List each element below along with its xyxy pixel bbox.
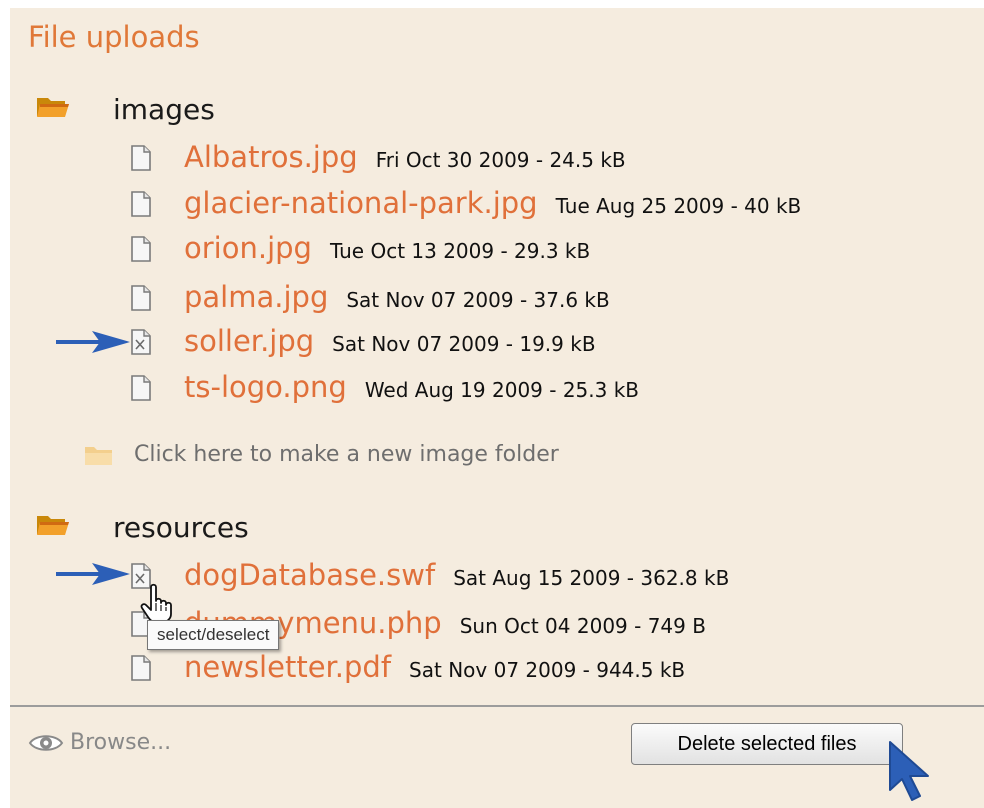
file-icon[interactable] [130, 145, 152, 171]
file-icon[interactable] [130, 191, 152, 217]
select-deselect-tooltip: select/deselect [147, 620, 280, 650]
eye-icon [28, 734, 64, 751]
file-meta: Tue Aug 25 2009 - 40 kB [555, 194, 802, 218]
file-meta: Sat Aug 15 2009 - 362.8 kB [453, 566, 730, 590]
file-meta: Tue Oct 13 2009 - 29.3 kB [329, 239, 591, 263]
file-uploads-panel [10, 8, 984, 808]
new-folder-label[interactable]: Click here to make a new image folder [134, 442, 559, 467]
file-row-selected: dogDatabase.swf Sat Aug 15 2009 - 362.8 … [130, 556, 729, 596]
file-selected-icon[interactable] [130, 329, 152, 355]
page-title: File uploads [28, 20, 200, 54]
folder-open-icon[interactable] [36, 513, 70, 537]
hand-pointer-icon [140, 583, 172, 623]
file-row-selected: soller.jpg Sat Nov 07 2009 - 19.9 kB [130, 322, 596, 362]
file-icon[interactable] [130, 285, 152, 311]
mouse-pointer-icon [889, 741, 929, 801]
file-row: glacier-national-park.jpg Tue Aug 25 200… [130, 184, 801, 224]
folder-name-resources[interactable]: resources [113, 511, 249, 544]
file-icon[interactable] [130, 236, 152, 262]
delete-selected-files-button[interactable]: Delete selected files [631, 723, 903, 765]
file-link-dogdatabase[interactable]: dogDatabase.swf [184, 558, 435, 592]
new-image-folder-link[interactable]: Click here to make a new image folder [84, 442, 559, 467]
folder-icon [85, 446, 112, 465]
file-meta: Sun Oct 04 2009 - 749 B [459, 614, 706, 638]
file-row: orion.jpg Tue Oct 13 2009 - 29.3 kB [130, 229, 590, 269]
file-row: newsletter.pdf Sat Nov 07 2009 - 944.5 k… [130, 648, 685, 688]
file-row: palma.jpg Sat Nov 07 2009 - 37.6 kB [130, 278, 610, 318]
annotation-arrow-icon [56, 563, 130, 585]
file-meta: Wed Aug 19 2009 - 25.3 kB [364, 378, 640, 402]
browse-link[interactable]: Browse... [28, 730, 171, 755]
file-meta: Fri Oct 30 2009 - 24.5 kB [375, 148, 626, 172]
file-link-albatros[interactable]: Albatros.jpg [184, 140, 358, 174]
file-link-palma[interactable]: palma.jpg [184, 280, 328, 314]
file-row: ts-logo.png Wed Aug 19 2009 - 25.3 kB [130, 368, 639, 408]
file-link-glacier-national-park[interactable]: glacier-national-park.jpg [184, 186, 538, 220]
file-link-newsletter[interactable]: newsletter.pdf [184, 650, 391, 684]
file-meta: Sat Nov 07 2009 - 19.9 kB [332, 332, 596, 356]
file-row: Albatros.jpg Fri Oct 30 2009 - 24.5 kB [130, 138, 626, 178]
annotation-arrow-icon [56, 331, 130, 353]
folder-open-icon[interactable] [36, 95, 70, 119]
file-icon[interactable] [130, 655, 152, 681]
file-link-soller[interactable]: soller.jpg [184, 324, 314, 358]
file-meta: Sat Nov 07 2009 - 944.5 kB [409, 658, 686, 682]
file-meta: Sat Nov 07 2009 - 37.6 kB [346, 288, 610, 312]
browse-label[interactable]: Browse... [70, 730, 171, 755]
divider [10, 705, 984, 707]
folder-name-images[interactable]: images [113, 93, 215, 126]
file-link-orion[interactable]: orion.jpg [184, 231, 312, 265]
file-link-ts-logo[interactable]: ts-logo.png [184, 370, 347, 404]
file-icon[interactable] [130, 375, 152, 401]
